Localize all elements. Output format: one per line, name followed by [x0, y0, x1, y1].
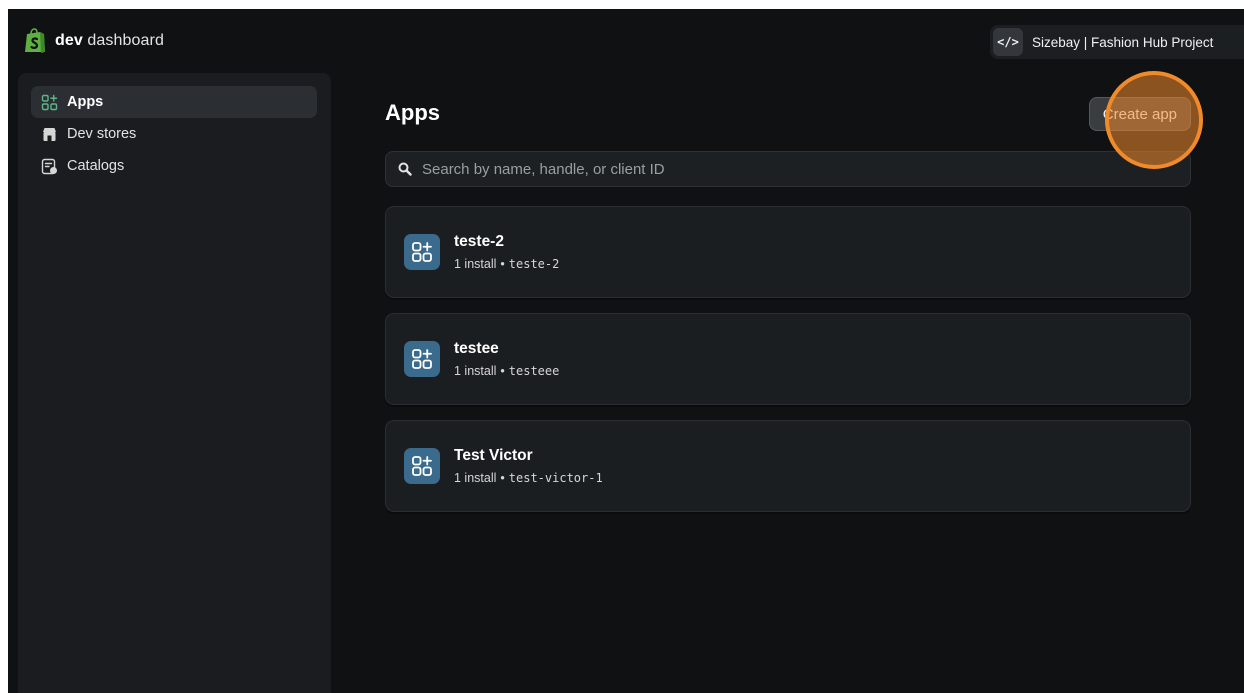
top-bar: dev dashboard </> Sizebay | Fashion Hub … — [8, 9, 1244, 73]
app-meta: 1 install • testeee — [454, 364, 559, 378]
meta-separator: • — [500, 471, 505, 485]
app-card-teste-2[interactable]: teste-2 1 install • teste-2 — [385, 206, 1191, 298]
page-title: Apps — [385, 100, 440, 125]
meta-separator: • — [500, 257, 505, 271]
catalog-icon — [41, 158, 57, 174]
store-icon — [43, 127, 56, 141]
search-icon — [398, 162, 412, 176]
code-icon: </> — [993, 28, 1023, 56]
sidebar-item-apps[interactable]: Apps — [31, 86, 317, 118]
app-text: teste-2 1 install • teste-2 — [454, 233, 559, 271]
apps-icon — [412, 349, 432, 369]
app-handle: testeee — [508, 364, 560, 378]
app-meta: 1 install • teste-2 — [454, 257, 559, 271]
apps-icon — [412, 242, 432, 262]
install-count: 1 install — [454, 471, 497, 485]
app-name: Test Victor — [454, 447, 533, 464]
app-card-testee[interactable]: testee 1 install • testeee — [385, 313, 1191, 405]
app-icon — [404, 448, 440, 484]
sidebar-item-label: Dev stores — [67, 126, 137, 142]
app-card-test-victor[interactable]: Test Victor 1 install • test-victor-1 — [385, 420, 1191, 512]
app-list: teste-2 1 install • teste-2 testee 1 ins… — [385, 206, 1191, 527]
app-meta: 1 install • test-victor-1 — [454, 471, 603, 485]
install-count: 1 install — [454, 257, 497, 271]
install-count: 1 install — [454, 364, 497, 378]
main-content: Apps Create app teste- — [385, 73, 1191, 693]
sidebar-item-label: Catalogs — [67, 158, 125, 174]
app-icon — [404, 234, 440, 270]
app-window: dev dashboard </> Sizebay | Fashion Hub … — [8, 9, 1244, 693]
apps-icon — [412, 456, 432, 476]
sidebar-nav: Apps Dev stores Catalogs — [31, 86, 317, 182]
meta-separator: • — [500, 364, 505, 378]
search-bar[interactable] — [385, 151, 1191, 187]
sidebar-item-label: Apps — [67, 94, 104, 110]
create-app-button[interactable]: Create app — [1088, 97, 1191, 131]
apps-icon — [41, 94, 58, 110]
app-icon — [404, 341, 440, 377]
app-text: Test Victor 1 install • test-victor-1 — [454, 447, 603, 485]
org-name: Sizebay | Fashion Hub Project — [1032, 34, 1214, 50]
app-handle: teste-2 — [508, 257, 560, 271]
sidebar-item-catalogs[interactable]: Catalogs — [31, 150, 317, 182]
app-handle: test-victor-1 — [508, 471, 603, 485]
brand-name: dev dashboard — [55, 32, 164, 49]
app-name: testee — [454, 340, 499, 357]
org-switcher[interactable]: </> Sizebay | Fashion Hub Project — [990, 25, 1244, 59]
shopify-bag-icon — [25, 28, 45, 53]
sidebar: Apps Dev stores Catalogs — [18, 73, 331, 693]
search-input[interactable] — [422, 160, 1190, 178]
app-text: testee 1 install • testeee — [454, 340, 559, 378]
brand[interactable]: dev dashboard — [24, 28, 164, 54]
sidebar-item-dev-stores[interactable]: Dev stores — [31, 118, 317, 150]
app-name: teste-2 — [454, 233, 504, 250]
